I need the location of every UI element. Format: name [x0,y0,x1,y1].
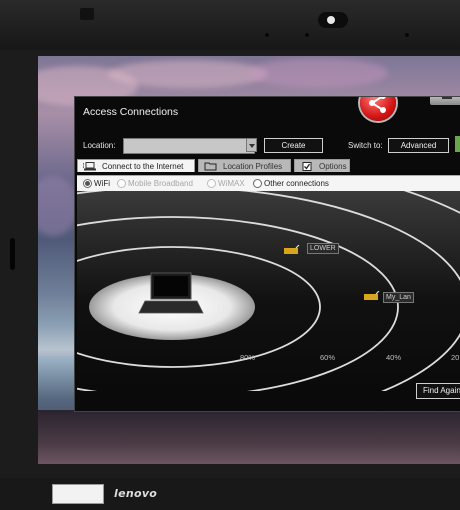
wallpaper-cloud [248,58,388,88]
access-connections-window: Access Connections Location: Create Swit… [74,96,460,412]
latch-icon [80,8,94,20]
signal-label-60: 60% [320,353,336,362]
access-point-label[interactable]: My_Lan [383,292,414,303]
location-select[interactable] [123,138,255,154]
find-again-button[interactable]: Find Again [416,383,460,399]
tab-location-profiles[interactable]: Location Profiles [198,159,291,172]
sensor-icon [305,33,309,37]
chevron-down-icon[interactable] [246,138,257,152]
microphone-icon [265,33,269,37]
radio-wimax[interactable]: WiMAX [207,178,245,189]
connection-type-bar: WiFi Mobile Broadband WiMAX Other connec… [77,175,460,191]
create-button[interactable]: Create [264,138,323,153]
tab-label: Options [319,162,347,171]
wallpaper-cloud [108,60,268,88]
accent-edge [455,136,460,152]
location-label: Location: [83,141,116,150]
radio-other-connections[interactable]: Other connections [253,178,329,189]
router-icon[interactable] [363,291,381,301]
tab-options[interactable]: Options [294,159,350,172]
signal-label-40: 40% [386,353,402,362]
minimize-button[interactable] [430,97,460,105]
access-point-label[interactable]: LOWER [307,243,339,254]
radio-mobile-broadband[interactable]: Mobile Broadband [117,178,193,189]
switch-to-label: Switch to: [348,141,383,150]
window-title: Access Connections [83,106,179,118]
signal-radar: 80% 60% 40% 20 LOWER My_Lan [77,191,460,391]
router-icon[interactable] [283,245,301,255]
tab-label: Location Profiles [223,162,283,171]
tab-connect-to-internet[interactable]: Connect to the Internet [77,159,195,172]
signal-label-80: 80% [240,353,256,362]
access-connections-logo-icon [360,97,396,121]
badge-sticker [52,484,104,504]
microphone-icon [405,33,409,37]
laptop-icon [83,162,96,171]
brand-logo: lenovo [114,487,158,500]
bezel-slot [10,238,15,270]
webcam-icon [318,12,348,28]
signal-label-20: 20 [451,353,460,362]
signal-rings [77,191,460,391]
wallpaper-rocks [38,410,460,464]
wallpaper-cloud [38,176,78,236]
radio-wifi[interactable]: WiFi [83,178,110,189]
bezel-top [0,0,460,50]
folder-icon [204,162,217,171]
tab-label: Connect to the Internet [102,162,184,171]
advanced-button[interactable]: Advanced [388,138,449,153]
checkbox-icon [302,162,312,171]
